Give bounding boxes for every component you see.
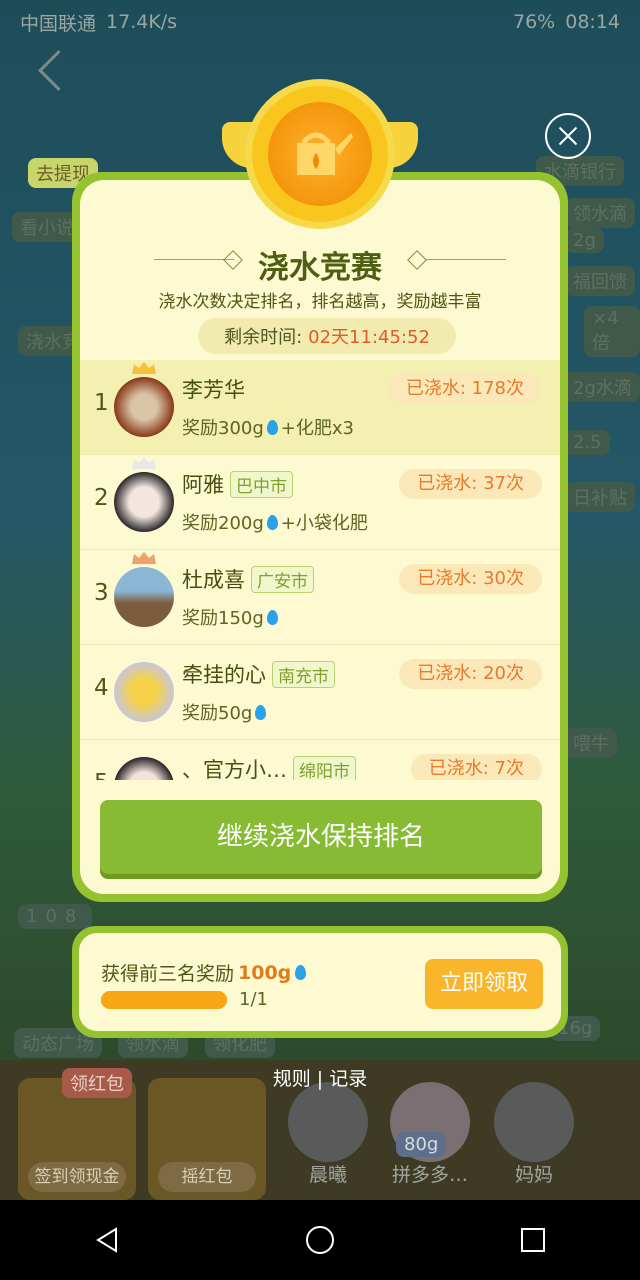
gold-crown-icon bbox=[132, 362, 156, 374]
player-name: 李芳华 bbox=[182, 378, 245, 402]
feedback-label: 福回馈 bbox=[565, 266, 635, 296]
get-water-label: 领水滴 bbox=[565, 198, 635, 228]
reward-panel: 获得前三名奖励 100g 1/1 立即领取 bbox=[72, 926, 568, 1038]
reward-info: 奖励200g +小袋化肥 bbox=[182, 513, 368, 534]
progress-bar bbox=[101, 991, 227, 1009]
avatar bbox=[114, 377, 174, 437]
shake-label: 摇红包 bbox=[158, 1162, 256, 1192]
watering-can-icon bbox=[297, 132, 353, 175]
score-counter: 108 bbox=[18, 904, 93, 929]
modal-title: 浇水竞赛 bbox=[258, 250, 382, 286]
nav-back-icon[interactable] bbox=[77, 1210, 137, 1270]
rank-number: 2 bbox=[94, 485, 109, 511]
avatar bbox=[114, 567, 174, 627]
friend-name: 妈妈 bbox=[514, 1164, 553, 1186]
clock: 08:14 bbox=[565, 11, 620, 33]
avatar bbox=[114, 472, 174, 532]
avatar bbox=[114, 757, 174, 780]
reward-panel-body: 获得前三名奖励 100g 1/1 立即领取 bbox=[79, 933, 561, 1031]
ranking-row: 5 、官方小…绵阳市 已浇水: 7次 bbox=[80, 740, 560, 780]
water-drop-icon bbox=[295, 965, 307, 980]
watered-count-badge: 已浇水: 30次 bbox=[399, 564, 542, 594]
keep-watering-button[interactable]: 继续浇水保持排名 bbox=[100, 800, 542, 874]
close-button[interactable] bbox=[545, 113, 591, 159]
friend-name: 拼多多… bbox=[391, 1164, 468, 1186]
water-drop-icon bbox=[266, 419, 278, 435]
timer-value: 02天11:45:52 bbox=[308, 327, 430, 348]
network-speed: 17.4K/s bbox=[106, 11, 178, 33]
water-amount-label: 2g bbox=[565, 228, 604, 253]
bronze-crown-icon bbox=[132, 552, 156, 564]
friend-avatar[interactable] bbox=[494, 1082, 574, 1162]
friend-avatar[interactable] bbox=[288, 1082, 368, 1162]
progress-count: 1/1 bbox=[239, 989, 268, 1010]
top-three-reward: 获得前三名奖励 100g bbox=[101, 959, 307, 986]
modal-body: 浇水竞赛 浇水次数决定排名，排名越高，奖励越丰富 剩余时间: 02天11:45:… bbox=[80, 180, 560, 894]
reward-info: 奖励150g bbox=[182, 604, 278, 630]
nav-home-icon[interactable] bbox=[290, 1210, 350, 1270]
bubble-label: 80g bbox=[396, 1132, 447, 1157]
watered-count-badge: 已浇水: 20次 bbox=[399, 659, 542, 689]
ranking-list[interactable]: 1 李芳华 奖励300g +化肥x3 已浇水: 178次 2 阿雅 巴中市 奖励20… bbox=[80, 360, 560, 780]
player-name: 牵挂的心 南充市 bbox=[182, 659, 335, 689]
player-name: 阿雅 巴中市 bbox=[182, 469, 293, 499]
rank-number: 3 bbox=[94, 580, 109, 606]
shake-card[interactable]: 摇红包 bbox=[148, 1078, 266, 1200]
watered-count-badge: 已浇水: 37次 bbox=[399, 469, 542, 499]
avatar bbox=[114, 662, 174, 722]
watering-can-badge bbox=[252, 86, 388, 222]
water-drop-icon bbox=[266, 514, 278, 530]
battery-percent: 76% bbox=[513, 11, 556, 33]
city-tag: 巴中市 bbox=[230, 470, 293, 498]
title-line-right bbox=[426, 259, 506, 260]
silver-crown-icon bbox=[132, 457, 156, 469]
link-separator: | bbox=[316, 1068, 324, 1090]
carrier: 中国联通 bbox=[20, 12, 97, 35]
multiplier-label: ×4倍 bbox=[584, 306, 640, 357]
city-tag: 绵阳市 bbox=[293, 755, 356, 780]
status-bar: 中国联通 17.4K/s 76% 08:14 bbox=[0, 0, 640, 44]
player-name: 、官方小… 绵阳市 bbox=[182, 754, 356, 780]
water-drop-icon bbox=[266, 609, 278, 625]
sign-in-card[interactable]: 领红包 签到领现金 bbox=[18, 1068, 136, 1200]
city-tag: 广安市 bbox=[251, 565, 314, 593]
water-drop-label: 2g水滴 bbox=[565, 372, 640, 402]
feed-cow-label: 喂牛 bbox=[565, 728, 617, 758]
reward-info: 奖励300g +化肥x3 bbox=[182, 418, 354, 439]
record-link[interactable]: 记录 bbox=[329, 1068, 367, 1090]
watered-count-badge: 已浇水: 178次 bbox=[387, 374, 542, 404]
modal-subtitle: 浇水次数决定排名，排名越高，奖励越丰富 bbox=[158, 292, 482, 312]
badge-core bbox=[268, 102, 372, 206]
player-name: 杜成喜 广安市 bbox=[182, 564, 314, 594]
rank-number: 4 bbox=[94, 675, 109, 701]
ranking-row: 4 牵挂的心 南充市 奖励50g 已浇水: 20次 bbox=[80, 645, 560, 740]
claim-button[interactable]: 立即领取 bbox=[425, 959, 543, 1009]
rank-number: 5 bbox=[94, 770, 109, 780]
sign-in-label: 签到领现金 bbox=[28, 1162, 126, 1192]
watering-contest-modal: 浇水竞赛 浇水次数决定排名，排名越高，奖励越丰富 剩余时间: 02天11:45:… bbox=[72, 172, 568, 902]
progress-fill bbox=[101, 991, 227, 1009]
rules-link[interactable]: 规则 bbox=[273, 1068, 311, 1090]
ranking-row: 1 李芳华 奖励300g +化肥x3 已浇水: 178次 bbox=[80, 360, 560, 455]
ranking-row: 3 杜成喜 广安市 奖励150g 已浇水: 30次 bbox=[80, 550, 560, 645]
daily-subsidy-label: 日补贴 bbox=[565, 482, 635, 512]
ranking-row: 2 阿雅 巴中市 奖励200g +小袋化肥 已浇水: 37次 bbox=[80, 455, 560, 550]
reward-info: 奖励50g bbox=[182, 699, 267, 725]
nav-recents-icon[interactable] bbox=[503, 1210, 563, 1270]
city-tag: 南充市 bbox=[272, 660, 335, 688]
system-nav-bar bbox=[0, 1200, 640, 1280]
water-drop-icon bbox=[255, 704, 267, 720]
value-label: 2.5 bbox=[565, 430, 610, 455]
rules-links: 规则 | 记录 bbox=[0, 1064, 640, 1091]
countdown-timer: 剩余时间: 02天11:45:52 bbox=[198, 318, 456, 354]
watered-count-badge: 已浇水: 7次 bbox=[410, 754, 542, 780]
timer-label: 剩余时间: bbox=[224, 327, 303, 348]
rank-number: 1 bbox=[94, 390, 109, 416]
